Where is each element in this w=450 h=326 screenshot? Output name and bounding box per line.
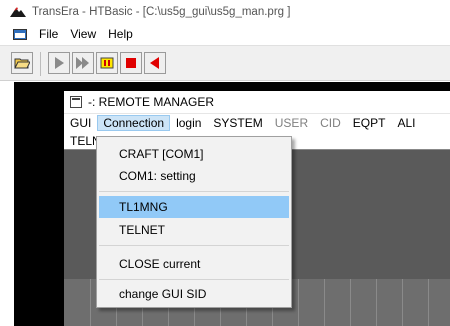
menu-system[interactable]: SYSTEM xyxy=(207,115,268,131)
menu-cid[interactable]: CID xyxy=(314,115,347,131)
dropdown-separator xyxy=(99,245,289,246)
child-titlebar: -: REMOTE MANAGER xyxy=(64,91,450,114)
dropdown-item-tl1mng[interactable]: TL1MNG xyxy=(99,196,289,218)
dropdown-item-close-current[interactable]: CLOSE current xyxy=(99,253,289,275)
divider xyxy=(350,279,351,326)
window-system-icon[interactable] xyxy=(13,28,27,40)
menu-gui[interactable]: GUI xyxy=(64,115,97,131)
child-menubar: GUI Connection login SYSTEM USER CID EQP… xyxy=(64,114,450,132)
divider xyxy=(428,279,429,326)
app-title: TransEra - HTBasic - [C:\us5g_gui\us5g_m… xyxy=(32,6,291,18)
menu-login[interactable]: login xyxy=(170,115,207,131)
divider xyxy=(298,279,299,326)
divider xyxy=(90,279,91,326)
menu-connection[interactable]: Connection xyxy=(97,115,171,131)
dropdown-separator xyxy=(99,279,289,280)
pause-icon[interactable] xyxy=(96,52,118,74)
dropdown-item-com1-setting[interactable]: COM1: setting xyxy=(99,165,289,187)
menu-help[interactable]: Help xyxy=(102,27,139,41)
app-menubar: File View Help xyxy=(0,24,450,44)
child-title: -: REMOTE MANAGER xyxy=(88,95,215,109)
child-window-icon[interactable] xyxy=(70,96,82,108)
dropdown-item-change-gui-sid[interactable]: change GUI SID xyxy=(99,283,289,305)
divider xyxy=(324,279,325,326)
toolbar-separator xyxy=(40,52,41,76)
continue-icon[interactable] xyxy=(72,52,94,74)
run-icon[interactable] xyxy=(48,52,70,74)
stop-icon[interactable] xyxy=(120,52,142,74)
app-titlebar: TransEra - HTBasic - [C:\us5g_gui\us5g_m… xyxy=(0,0,450,24)
step-back-icon[interactable] xyxy=(144,52,166,74)
dropdown-item-telnet[interactable]: TELNET xyxy=(99,219,289,241)
connection-dropdown: CRAFT [COM1] COM1: setting TL1MNG TELNET… xyxy=(96,136,292,308)
menu-file[interactable]: File xyxy=(33,27,64,41)
menu-ali[interactable]: ALI xyxy=(391,115,421,131)
dropdown-item-craft-com1[interactable]: CRAFT [COM1] xyxy=(99,143,289,165)
divider xyxy=(402,279,403,326)
toolbar xyxy=(0,45,450,81)
menu-user[interactable]: USER xyxy=(269,115,314,131)
divider xyxy=(376,279,377,326)
dropdown-separator xyxy=(99,191,289,192)
menu-eqpt[interactable]: EQPT xyxy=(347,115,392,131)
open-folder-icon[interactable] xyxy=(11,52,33,74)
menu-view[interactable]: View xyxy=(64,27,102,41)
app-logo-icon xyxy=(10,6,26,18)
